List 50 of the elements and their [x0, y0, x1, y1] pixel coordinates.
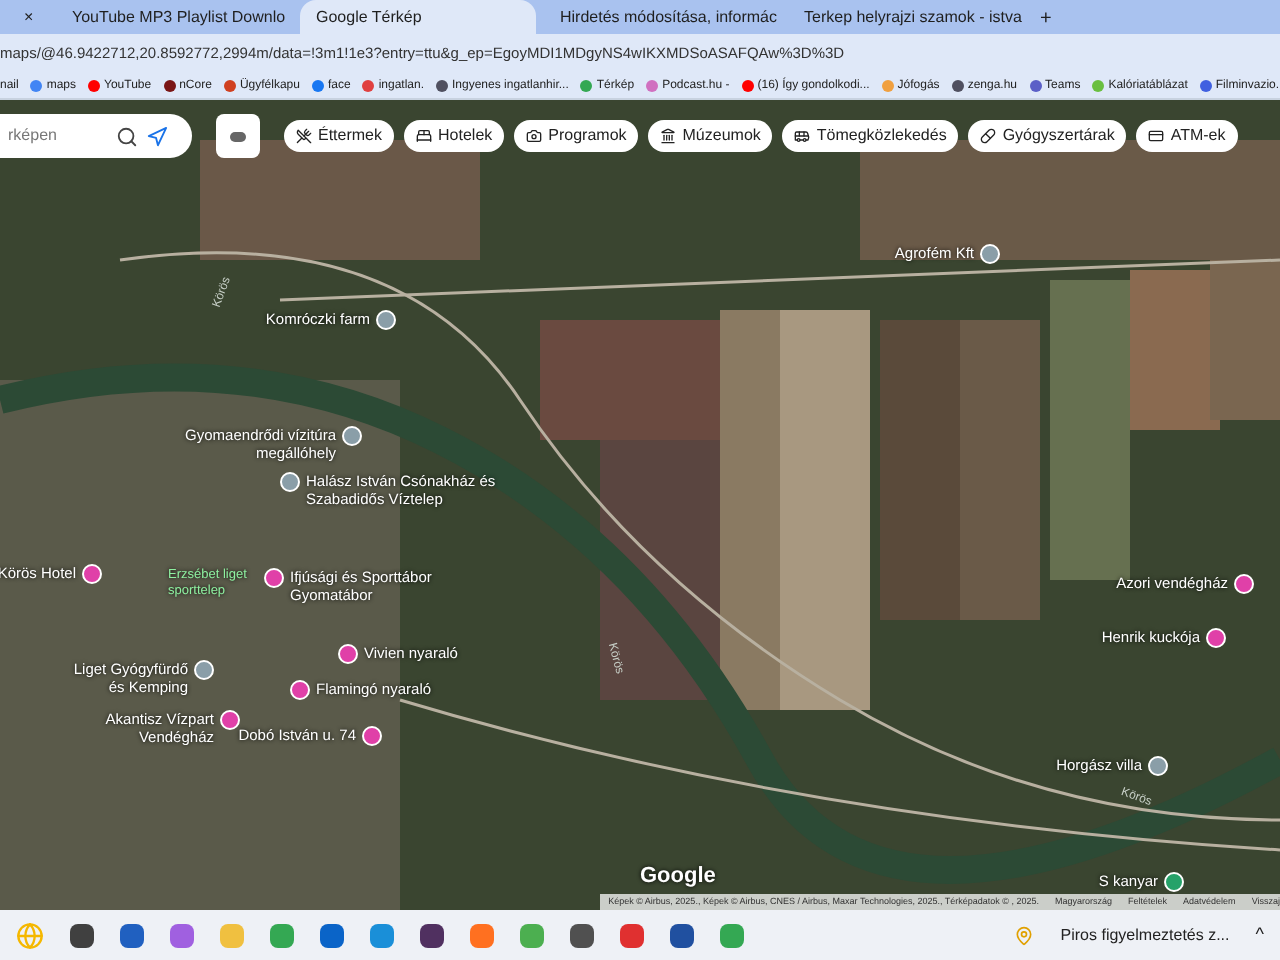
- favicon-icon: [951, 80, 964, 92]
- map-logo: Google: [640, 866, 716, 888]
- browser-tab[interactable]: Terkep helyrajzi szamok - istva: [788, 0, 1024, 34]
- browser-tab[interactable]: Hirdetés módosítása, informác: [544, 0, 780, 34]
- category-icon: [794, 128, 811, 144]
- taskbar-app-icon[interactable]: [570, 923, 594, 947]
- browser-tab[interactable]: ×: [8, 0, 48, 34]
- favicon-icon: [741, 80, 754, 92]
- search-field[interactable]: rképen: [0, 114, 192, 158]
- taskbar-app-icon[interactable]: [70, 923, 94, 947]
- favicon-icon: [1029, 80, 1042, 92]
- browser-tab[interactable]: Google Térkép: [300, 0, 536, 34]
- favicon-icon: [436, 80, 448, 92]
- category-chip[interactable]: Múzeumok: [648, 120, 773, 152]
- category-icon: [1148, 128, 1165, 144]
- favicon-icon: [223, 80, 236, 92]
- favicon-icon: [881, 80, 894, 92]
- category-chip[interactable]: ATM-ek: [1136, 120, 1238, 152]
- browser-tab[interactable]: YouTube MP3 Playlist Downlo: [56, 0, 292, 34]
- search-icon[interactable]: [116, 125, 138, 147]
- category-chip[interactable]: Tömegközlekedés: [782, 120, 959, 152]
- search-input[interactable]: rképen: [8, 124, 108, 148]
- category-icon: [980, 128, 997, 144]
- taskbar-app-icon[interactable]: [620, 923, 644, 947]
- taskbar-app-icon[interactable]: [120, 923, 144, 947]
- category-chip[interactable]: Programok: [514, 120, 639, 152]
- favicon-icon: [1092, 80, 1105, 92]
- category-icon: [660, 128, 677, 144]
- favicon-icon: [362, 80, 375, 92]
- favicon-icon: [1199, 80, 1212, 92]
- taskbar-app-icon[interactable]: [320, 923, 344, 947]
- favicon-icon: [163, 80, 176, 92]
- favicon-icon: [311, 80, 324, 92]
- favicon-icon: [30, 80, 43, 92]
- favicon-icon: [580, 80, 593, 92]
- category-icon: [296, 128, 312, 144]
- category-chip[interactable]: Éttermek: [284, 120, 395, 152]
- layers-button[interactable]: [216, 114, 260, 158]
- category-chip[interactable]: Gyógyszertárak: [968, 120, 1127, 152]
- taskbar-app-icon[interactable]: [670, 923, 694, 947]
- directions-icon[interactable]: [146, 125, 168, 147]
- favicon-icon: [88, 80, 101, 92]
- taskbar-app-icon[interactable]: [420, 923, 444, 947]
- favicon-icon: [646, 80, 659, 92]
- category-chip[interactable]: Hotelek: [404, 120, 505, 152]
- category-icon: [526, 128, 543, 144]
- new-tab-button[interactable]: +: [1032, 4, 1060, 34]
- tray-button[interactable]: ^: [1255, 921, 1264, 949]
- notification-text[interactable]: Piros figyelmeztetés z...: [1060, 923, 1230, 947]
- category-icon: [416, 128, 433, 144]
